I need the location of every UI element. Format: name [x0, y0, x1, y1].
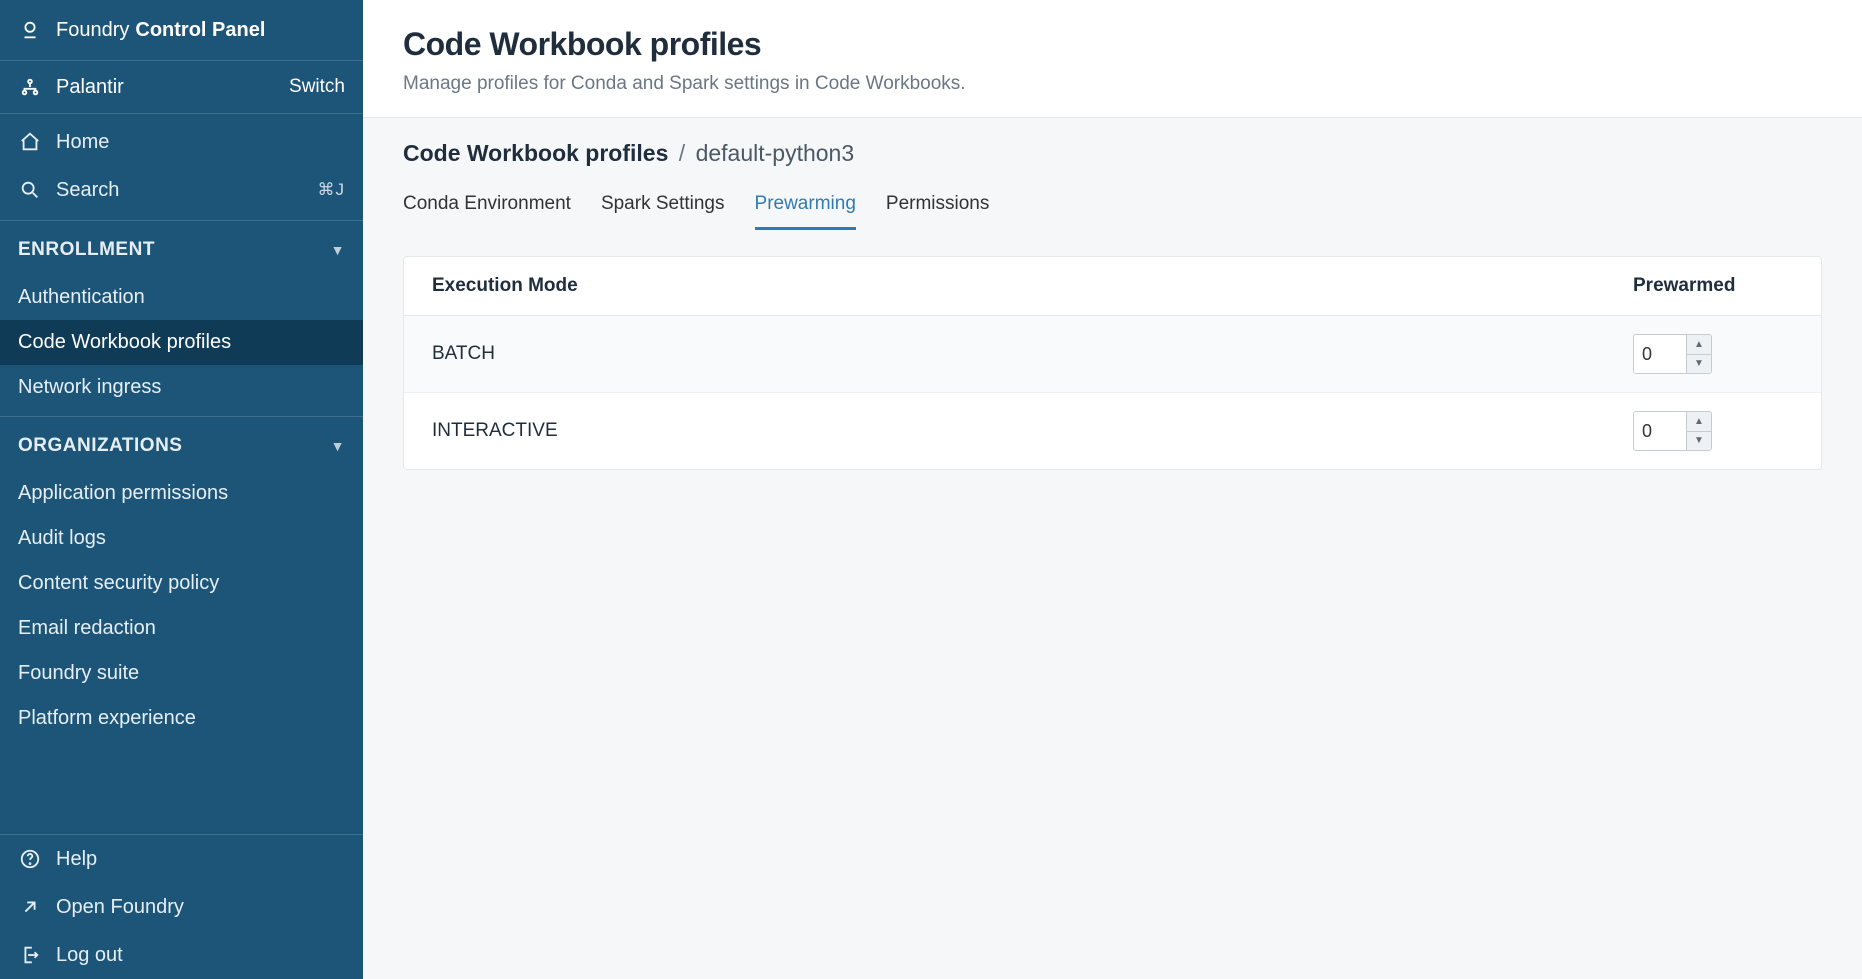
- help-icon: [18, 847, 42, 871]
- row-mode-label: INTERACTIVE: [432, 420, 1633, 442]
- breadcrumb-root[interactable]: Code Workbook profiles: [403, 140, 668, 166]
- open-external-icon: [18, 895, 42, 919]
- col-header-prewarmed: Prewarmed: [1633, 275, 1793, 297]
- home-icon: [18, 130, 42, 154]
- prewarmed-stepper-batch[interactable]: ▲ ▼: [1633, 334, 1712, 374]
- table-row: BATCH ▲ ▼: [404, 316, 1821, 393]
- footer-help-label: Help: [56, 848, 97, 871]
- tab-conda-environment[interactable]: Conda Environment: [403, 187, 571, 230]
- table-header-row: Execution Mode Prewarmed: [404, 257, 1821, 316]
- chevron-down-icon: ▼: [331, 242, 345, 258]
- content-area: Code Workbook profiles / default-python3…: [363, 117, 1862, 979]
- search-icon: [18, 178, 42, 202]
- nav-home-label: Home: [56, 131, 109, 154]
- sidebar-item-network-ingress[interactable]: Network ingress: [0, 365, 363, 410]
- prewarming-table: Execution Mode Prewarmed BATCH ▲ ▼ INTER…: [403, 256, 1822, 470]
- section-enrollment[interactable]: Enrollment ▼: [0, 220, 363, 275]
- breadcrumb-separator: /: [679, 140, 685, 166]
- sidebar-item-code-workbook-profiles[interactable]: Code Workbook profiles: [0, 320, 363, 365]
- sidebar-item-email-redaction[interactable]: Email redaction: [0, 606, 363, 651]
- sidebar-item-content-security-policy[interactable]: Content security policy: [0, 561, 363, 606]
- footer-help[interactable]: Help: [0, 835, 363, 883]
- sidebar-item-foundry-suite[interactable]: Foundry suite: [0, 651, 363, 696]
- org-name: Palantir: [56, 76, 124, 99]
- breadcrumb: Code Workbook profiles / default-python3: [403, 140, 1822, 167]
- nav-home[interactable]: Home: [0, 118, 363, 166]
- section-organizations[interactable]: Organizations ▼: [0, 416, 363, 471]
- app-header: Foundry Control Panel: [0, 0, 363, 61]
- page-header: Code Workbook profiles Manage profiles f…: [363, 0, 1862, 117]
- table-row: INTERACTIVE ▲ ▼: [404, 393, 1821, 469]
- page-title: Code Workbook profiles: [403, 26, 1822, 63]
- step-up-button[interactable]: ▲: [1687, 412, 1711, 431]
- sidebar-item-platform-experience[interactable]: Platform experience: [0, 696, 363, 741]
- main: Code Workbook profiles Manage profiles f…: [363, 0, 1862, 979]
- footer-open-foundry[interactable]: Open Foundry: [0, 883, 363, 931]
- switch-org-link[interactable]: Switch: [289, 76, 345, 98]
- section-organizations-label: Organizations: [18, 435, 182, 457]
- org-selector[interactable]: Palantir Switch: [0, 61, 363, 114]
- prewarmed-input[interactable]: [1634, 412, 1686, 450]
- sidebar-item-audit-logs[interactable]: Audit logs: [0, 516, 363, 561]
- nav-search-label: Search: [56, 179, 119, 202]
- chevron-down-icon: ▼: [331, 438, 345, 454]
- col-header-mode: Execution Mode: [432, 275, 1633, 297]
- logout-icon: [18, 943, 42, 967]
- sidebar-item-authentication[interactable]: Authentication: [0, 275, 363, 320]
- tab-spark-settings[interactable]: Spark Settings: [601, 187, 725, 230]
- sidebar-item-application-permissions[interactable]: Application permissions: [0, 471, 363, 516]
- footer-open-label: Open Foundry: [56, 896, 184, 919]
- page-subtitle: Manage profiles for Conda and Spark sett…: [403, 73, 1822, 95]
- app-name-bold: Control Panel: [135, 19, 265, 42]
- footer-logout[interactable]: Log out: [0, 931, 363, 979]
- step-up-button[interactable]: ▲: [1687, 335, 1711, 354]
- search-shortcut: ⌘J: [318, 180, 346, 200]
- tab-prewarming[interactable]: Prewarming: [755, 187, 856, 230]
- footer-logout-label: Log out: [56, 944, 123, 967]
- row-mode-label: BATCH: [432, 343, 1633, 365]
- org-icon: [18, 75, 42, 99]
- prewarmed-input[interactable]: [1634, 335, 1686, 373]
- step-down-button[interactable]: ▼: [1687, 354, 1711, 373]
- nav-search[interactable]: Search ⌘J: [0, 166, 363, 214]
- sidebar: Foundry Control Panel Palantir Switch Ho…: [0, 0, 363, 979]
- section-enrollment-label: Enrollment: [18, 239, 155, 261]
- foundry-logo-icon: [18, 18, 42, 42]
- tabs: Conda Environment Spark Settings Prewarm…: [403, 187, 1822, 230]
- breadcrumb-leaf: default-python3: [696, 140, 855, 166]
- prewarmed-stepper-interactive[interactable]: ▲ ▼: [1633, 411, 1712, 451]
- app-name-light: Foundry: [56, 19, 129, 42]
- step-down-button[interactable]: ▼: [1687, 431, 1711, 450]
- tab-permissions[interactable]: Permissions: [886, 187, 989, 230]
